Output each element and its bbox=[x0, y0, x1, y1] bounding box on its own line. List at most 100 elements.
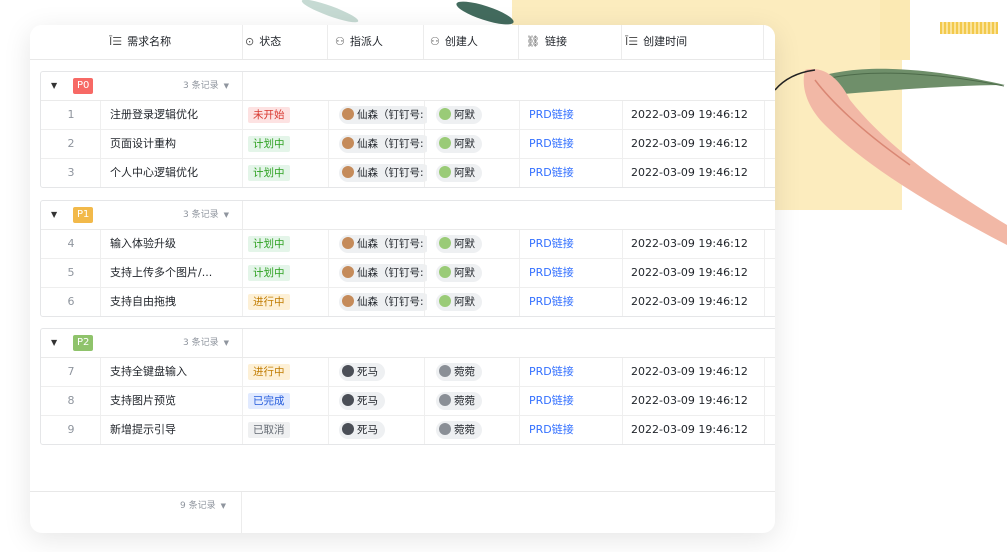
status-cell[interactable]: 已完成 bbox=[248, 387, 290, 415]
avatar bbox=[342, 237, 354, 249]
status-cell[interactable]: 已取消 bbox=[248, 416, 290, 444]
avatar bbox=[439, 108, 451, 120]
assignee-cell[interactable]: 死马 bbox=[339, 387, 427, 415]
column-header[interactable]: Ī☰ 创建时间 bbox=[625, 25, 687, 59]
column-divider bbox=[424, 387, 425, 415]
status-icon: ⊙ bbox=[245, 35, 255, 48]
column-header[interactable]: ⚇ 指派人 bbox=[335, 25, 383, 59]
caret-down-icon[interactable]: ▼ bbox=[51, 210, 57, 219]
creator-cell[interactable]: 阿默 bbox=[436, 259, 516, 287]
table-row[interactable]: 5 支持上传多个图片/... 计划中 仙森（钉钉号: 阿默 PRD链接 2022-03-09… bbox=[41, 259, 775, 288]
requirement-name[interactable]: 注册登录逻辑优化 bbox=[110, 101, 240, 129]
group-header[interactable]: ▼ P1 3 条记录 ▼ bbox=[41, 201, 775, 230]
caret-down-icon[interactable]: ▼ bbox=[51, 81, 57, 90]
assignee-cell[interactable]: 仙森（钉钉号: bbox=[339, 230, 427, 258]
assignee-cell[interactable]: 仙森（钉钉号: bbox=[339, 159, 427, 187]
group-header[interactable]: ▼ P2 3 条记录 ▼ bbox=[41, 329, 775, 358]
total-record-count[interactable]: 9 条记录 ▼ bbox=[180, 492, 226, 520]
column-divider bbox=[424, 130, 425, 158]
creator-cell[interactable]: 阿默 bbox=[436, 101, 516, 129]
table-row[interactable]: 6 支持自由拖拽 进行中 仙森（钉钉号: 阿默 PRD链接 2022-03-09 19:46… bbox=[41, 288, 775, 316]
prd-link[interactable]: PRD链接 bbox=[529, 159, 574, 187]
group-record-count[interactable]: 3 条记录 ▼ bbox=[183, 329, 229, 357]
creator-cell[interactable]: 阿默 bbox=[436, 230, 516, 258]
status-badge: 进行中 bbox=[248, 364, 290, 380]
creator-cell[interactable]: 菀菀 bbox=[436, 416, 516, 444]
creator-cell[interactable]: 菀菀 bbox=[436, 387, 516, 415]
table-row[interactable]: 7 支持全键盘输入 进行中 死马 菀菀 PRD链接 2022-03-09 19:46:12 bbox=[41, 358, 775, 387]
avatar bbox=[439, 394, 451, 406]
status-cell[interactable]: 计划中 bbox=[248, 130, 290, 158]
creator-cell[interactable]: 阿默 bbox=[436, 130, 516, 158]
column-divider bbox=[622, 230, 623, 258]
requirement-name[interactable]: 支持上传多个图片/... bbox=[110, 259, 240, 287]
prd-link[interactable]: PRD链接 bbox=[529, 259, 574, 287]
creator-cell[interactable]: 菀菀 bbox=[436, 358, 516, 386]
assignee-cell[interactable]: 仙森（钉钉号: bbox=[339, 259, 427, 287]
table-row[interactable]: 9 新增提示引导 已取消 死马 菀菀 PRD链接 2022-03-09 19:46:12 bbox=[41, 416, 775, 444]
creator-cell[interactable]: 阿默 bbox=[436, 288, 516, 316]
column-divider bbox=[764, 230, 765, 258]
status-cell[interactable]: 计划中 bbox=[248, 159, 290, 187]
table-row[interactable]: 4 输入体验升级 计划中 仙森（钉钉号: 阿默 PRD链接 2022-03-09 19:46… bbox=[41, 230, 775, 259]
assignee-chip: 仙森（钉钉号: bbox=[339, 293, 427, 311]
creator-chip: 阿默 bbox=[436, 264, 482, 282]
prd-link[interactable]: PRD链接 bbox=[529, 416, 574, 444]
assignee-name: 仙森（钉钉号: bbox=[357, 296, 424, 308]
prd-link[interactable]: PRD链接 bbox=[529, 101, 574, 129]
group-count-label: 3 条记录 bbox=[183, 338, 219, 348]
column-divider bbox=[328, 159, 329, 187]
assignee-cell[interactable]: 仙森（钉钉号: bbox=[339, 288, 427, 316]
assignee-cell[interactable]: 死马 bbox=[339, 416, 427, 444]
avatar bbox=[439, 137, 451, 149]
status-cell[interactable]: 计划中 bbox=[248, 259, 290, 287]
creator-name: 菀菀 bbox=[454, 366, 475, 378]
row-number: 4 bbox=[67, 237, 75, 250]
status-cell[interactable]: 进行中 bbox=[248, 358, 290, 386]
column-divider bbox=[622, 358, 623, 386]
prd-link[interactable]: PRD链接 bbox=[529, 358, 574, 386]
status-badge: 已完成 bbox=[248, 393, 290, 409]
assignee-name: 仙森（钉钉号: bbox=[357, 267, 424, 279]
table-row[interactable]: 2 页面设计重构 计划中 仙森（钉钉号: 阿默 PRD链接 2022-03-09 19:46… bbox=[41, 130, 775, 159]
status-cell[interactable]: 计划中 bbox=[248, 230, 290, 258]
requirement-name[interactable]: 个人中心逻辑优化 bbox=[110, 159, 240, 187]
table-row[interactable]: 3 个人中心逻辑优化 计划中 仙森（钉钉号: 阿默 PRD链接 2022-03-09 19:… bbox=[41, 159, 775, 187]
prd-link[interactable]: PRD链接 bbox=[529, 130, 574, 158]
column-divider bbox=[328, 259, 329, 287]
column-header[interactable]: Ī☰ 需求名称 bbox=[109, 25, 171, 59]
requirement-name[interactable]: 输入体验升级 bbox=[110, 230, 240, 258]
table-row[interactable]: 8 支持图片预览 已完成 死马 菀菀 PRD链接 2022-03-09 19:46:12 bbox=[41, 387, 775, 416]
column-header[interactable]: ⚇ 创建人 bbox=[430, 25, 478, 59]
assignee-cell[interactable]: 仙森（钉钉号: bbox=[339, 101, 427, 129]
requirement-name[interactable]: 支持全键盘输入 bbox=[110, 358, 240, 386]
record-group: ▼ P1 3 条记录 ▼ 4 输入体验升级 计划中 仙森（钉钉号: 阿默 PRD链接 2022-03… bbox=[40, 200, 775, 317]
creator-chip: 菀菀 bbox=[436, 363, 482, 381]
requirement-name[interactable]: 新增提示引导 bbox=[110, 416, 240, 444]
column-divider bbox=[100, 159, 101, 187]
prd-link[interactable]: PRD链接 bbox=[529, 288, 574, 316]
requirement-name[interactable]: 支持图片预览 bbox=[110, 387, 240, 415]
prd-link[interactable]: PRD链接 bbox=[529, 230, 574, 258]
assignee-cell[interactable]: 死马 bbox=[339, 358, 427, 386]
group-record-count[interactable]: 3 条记录 ▼ bbox=[183, 72, 229, 100]
status-cell[interactable]: 进行中 bbox=[248, 288, 290, 316]
assignee-name: 仙森（钉钉号: bbox=[357, 238, 424, 250]
table-row[interactable]: 1 注册登录逻辑优化 未开始 仙森（钉钉号: 阿默 PRD链接 2022-03-09 19:… bbox=[41, 101, 775, 130]
assignee-cell[interactable]: 仙森（钉钉号: bbox=[339, 130, 427, 158]
column-divider bbox=[519, 130, 520, 158]
column-divider bbox=[424, 288, 425, 316]
group-header[interactable]: ▼ P0 3 条记录 ▼ bbox=[41, 72, 775, 101]
caret-down-icon[interactable]: ▼ bbox=[51, 338, 57, 347]
column-header[interactable]: ⛓ 链接 bbox=[526, 25, 567, 59]
requirement-name[interactable]: 页面设计重构 bbox=[110, 130, 240, 158]
column-divider bbox=[242, 101, 243, 129]
status-cell[interactable]: 未开始 bbox=[248, 101, 290, 129]
prd-link[interactable]: PRD链接 bbox=[529, 387, 574, 415]
assignee-name: 仙森（钉钉号: bbox=[357, 167, 424, 179]
text-field-icon: Ī☰ bbox=[625, 35, 639, 48]
requirement-name[interactable]: 支持自由拖拽 bbox=[110, 288, 240, 316]
creator-cell[interactable]: 阿默 bbox=[436, 159, 516, 187]
group-record-count[interactable]: 3 条记录 ▼ bbox=[183, 201, 229, 229]
column-header[interactable]: ⊙ 状态 bbox=[245, 25, 281, 59]
